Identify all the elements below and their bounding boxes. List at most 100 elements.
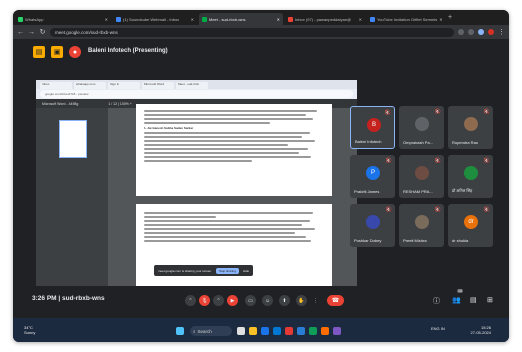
browser-tab-whatsapp[interactable]: WhatsApp ✕ xyxy=(15,13,111,25)
browser-tab-inbox[interactable]: Inbox (97) - pawanpeddatyan@ ✕ xyxy=(285,13,365,25)
extensions-icon[interactable] xyxy=(468,29,474,35)
powerpoint-icon[interactable] xyxy=(321,327,329,335)
mic-expand-icon[interactable]: ⌃ xyxy=(185,295,196,306)
camera-expand-icon[interactable]: ⌃ xyxy=(213,295,224,306)
weather-widget[interactable]: 34°C Sunny xyxy=(24,325,35,335)
raise-hand-icon[interactable]: ✋ xyxy=(296,295,307,306)
emoji-icon[interactable]: ☺ xyxy=(262,295,273,306)
participant-tile[interactable]: 🔇 Omprakash Pa... xyxy=(399,106,444,149)
avatar: P xyxy=(366,166,380,180)
participant-tile[interactable]: 🔇 डॉ अनिल सिंह xyxy=(448,155,493,198)
doc-title: Microsoft Word - 4498g xyxy=(42,102,79,106)
participant-name: Omprakash Pa... xyxy=(403,140,434,145)
meet-icon xyxy=(202,16,207,22)
mic-muted-icon: 🔇 xyxy=(483,207,490,213)
word-icon[interactable] xyxy=(297,327,305,335)
new-tab-button[interactable]: + xyxy=(448,14,452,21)
bookmark-icon[interactable] xyxy=(458,29,464,35)
task-view-icon[interactable] xyxy=(237,327,245,335)
page-text xyxy=(144,212,324,244)
menu-icon[interactable]: ⋮ xyxy=(498,28,505,36)
system-clock[interactable]: 15:26 27-05-2024 xyxy=(471,325,491,335)
activities-icon[interactable]: ⊞ xyxy=(487,296,493,304)
back-icon[interactable]: ← xyxy=(17,29,24,36)
captions-icon[interactable]: ▭ xyxy=(245,295,256,306)
meet-window: WhatsApp ✕ (1) Soundcube Webmail - Inbox… xyxy=(13,10,509,342)
shared-tab: Meet - sud-rbxb xyxy=(176,82,208,89)
edge-icon[interactable] xyxy=(273,327,281,335)
shared-tab: Microsoft Word xyxy=(142,82,174,89)
forward-icon[interactable]: → xyxy=(28,29,35,36)
pdf-viewer: 1. Jai Ganesh Sabha Sadan Sarkar meet.go… xyxy=(36,104,357,288)
chrome-icon[interactable] xyxy=(261,327,269,335)
tab-label: Inbox (97) - pawanpeddatyan@ xyxy=(295,16,352,22)
screen-share-toast: meet.google.com is sharing your screen. … xyxy=(154,265,254,276)
participant-tile[interactable]: dr 🔇 dr shukla xyxy=(448,204,493,247)
reload-icon[interactable]: ↻ xyxy=(39,28,46,36)
whatsapp-icon xyxy=(18,16,23,22)
mic-muted-icon: 🔇 xyxy=(434,158,441,164)
close-icon[interactable]: ✕ xyxy=(359,17,362,22)
pdf-icon[interactable] xyxy=(285,327,293,335)
present-icon[interactable]: ⬆ xyxy=(279,295,290,306)
layout-icon[interactable]: ▤ xyxy=(33,46,45,58)
app-icon[interactable] xyxy=(333,327,341,335)
participant-tile[interactable]: 🔇 Rupendra Rao xyxy=(448,106,493,149)
page-text: 1. Jai Ganesh Sabha Sadan Sarkar xyxy=(144,110,324,164)
participant-tile[interactable]: 🔇 Pushkar Dubey xyxy=(350,204,395,247)
info-icon[interactable]: ⓘ xyxy=(433,296,440,306)
record-icon[interactable]: ● xyxy=(69,46,81,58)
browser-tab-meet[interactable]: Meet - sud-rbxb-wns ✕ xyxy=(199,13,283,25)
participant-tile[interactable]: 🔇 RESHAM PRA... xyxy=(399,155,444,198)
windows-start-icon[interactable] xyxy=(176,327,184,335)
sidepanel-icon[interactable] xyxy=(478,29,484,35)
mic-muted-icon: 🔇 xyxy=(434,207,441,213)
close-icon[interactable]: ✕ xyxy=(277,17,280,22)
participant-tile[interactable]: B 🔇 Baleni Infotech xyxy=(350,106,395,149)
participant-name: Prakriti James xyxy=(354,189,380,194)
shared-url: google.com/drive/2718 - preview xyxy=(40,90,353,98)
search-icon: ⌕ xyxy=(193,328,196,334)
shared-tab: Sign in xyxy=(108,82,140,89)
close-icon[interactable]: ✕ xyxy=(439,17,442,22)
avatar xyxy=(415,166,429,180)
doc-icon xyxy=(370,16,375,22)
profile-avatar[interactable] xyxy=(488,29,494,35)
pin-icon[interactable]: ▣ xyxy=(51,46,63,58)
mic-off-icon[interactable]: 🎙 xyxy=(199,295,210,306)
url-field[interactable]: meet.google.com/sud-rbxb-wns xyxy=(50,27,454,37)
avatar xyxy=(415,117,429,131)
file-explorer-icon[interactable] xyxy=(249,327,257,335)
participant-name: Rupendra Rao xyxy=(452,140,479,145)
meet-top-strip: ▤ ▣ ● Baleni Infotech (Presenting) xyxy=(13,39,509,63)
chat-icon[interactable]: ▤ xyxy=(470,296,477,304)
more-options-icon[interactable]: ⋮ xyxy=(310,295,321,306)
tab-label: WhatsApp xyxy=(25,16,44,22)
close-icon[interactable]: ✕ xyxy=(105,17,108,22)
participant-count-badge: 10 xyxy=(457,289,463,293)
avatar: B xyxy=(367,118,381,132)
participant-name: Baleni Infotech xyxy=(355,139,382,144)
stop-sharing-button[interactable]: Stop sharing xyxy=(216,267,239,274)
participant-tile[interactable]: 🔇 Preeti Mishra xyxy=(399,204,444,247)
excel-icon[interactable] xyxy=(309,327,317,335)
hide-button[interactable]: Hide xyxy=(243,269,249,273)
browser-tab-webmail[interactable]: (1) Soundcube Webmail - Inbox ✕ xyxy=(113,13,197,25)
presenting-label: Baleni Infotech (Presenting) xyxy=(88,48,168,54)
language-indicator[interactable]: ENG IN xyxy=(431,326,445,331)
tab-label: YouTube Invitation Oriflet Semmis xyxy=(377,16,438,22)
mic-muted-icon: 🔇 xyxy=(483,158,490,164)
participant-tile[interactable]: P 🔇 Prakriti James xyxy=(350,155,395,198)
leave-call-button[interactable]: ☎ xyxy=(327,295,344,306)
mail-icon xyxy=(116,16,121,22)
mic-muted-icon: 🔇 xyxy=(385,207,392,213)
participant-name: RESHAM PRA... xyxy=(403,189,433,194)
people-icon[interactable]: 👥 xyxy=(452,296,461,304)
participant-name: डॉ अनिल सिंह xyxy=(452,188,473,193)
close-icon[interactable]: ✕ xyxy=(191,17,194,22)
shared-tab-bar: Inbox whatsapp.com Sign in Microsoft Wor… xyxy=(36,80,357,89)
windows-search[interactable]: ⌕ Search xyxy=(190,326,232,336)
browser-tab-invitation[interactable]: YouTube Invitation Oriflet Semmis ✕ xyxy=(367,13,445,25)
participant-name: Preeti Mishra xyxy=(403,238,427,243)
camera-off-icon[interactable]: ▶ xyxy=(227,295,238,306)
